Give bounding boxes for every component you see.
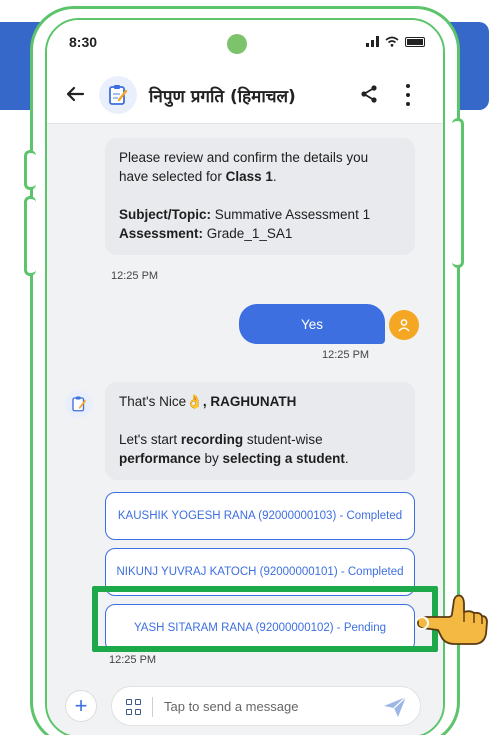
instruction-bold: selecting a student xyxy=(222,451,345,466)
plus-icon[interactable]: + xyxy=(65,690,97,722)
student-option-label: KAUSHIK YOGESH RANA (92000000103) - Comp… xyxy=(117,510,403,522)
instruction-bold: recording xyxy=(180,432,244,447)
assessment-key: Assessment: xyxy=(119,226,204,241)
chat-header: निपुण प्रगति (हिमाचल) xyxy=(47,66,443,124)
chat-title: निपुण प्रगति (हिमाचल) xyxy=(149,87,296,107)
message-timestamp: 12:25 PM xyxy=(322,349,370,361)
ok-hand-emoji: 👌 xyxy=(186,394,203,409)
student-option-button[interactable]: KAUSHIK YOGESH RANA (92000000103) - Comp… xyxy=(105,492,415,540)
wifi-icon xyxy=(385,36,399,47)
divider xyxy=(152,697,153,717)
student-option-label: NIKUNJ YUVRAJ KATOCH (92000000101) - Com… xyxy=(116,566,404,578)
pointing-hand-icon xyxy=(415,594,488,645)
status-bar: 8:30 xyxy=(47,20,443,66)
review-text: Please review and confirm the details yo… xyxy=(119,148,401,186)
message-timestamp: 12:25 PM xyxy=(109,654,157,666)
instruction-part: student-wise xyxy=(243,432,323,447)
greeting-message-bubble: That's Nice👌, RAGHUNATH Let's start reco… xyxy=(105,382,415,480)
message-box xyxy=(111,686,421,726)
bot-avatar-icon[interactable] xyxy=(99,76,137,114)
more-vertical-icon[interactable] xyxy=(403,84,413,106)
message-input-bar: + xyxy=(47,680,443,735)
user-reply-text: Yes xyxy=(300,316,324,332)
grid-icon[interactable] xyxy=(126,699,142,715)
class-label: Class 1 xyxy=(225,169,273,184)
send-icon[interactable] xyxy=(382,695,408,719)
instruction-part: by xyxy=(200,451,223,466)
instruction-part: . xyxy=(344,451,349,466)
user-name: , RAGHUNATH xyxy=(202,394,297,409)
share-icon[interactable] xyxy=(359,84,379,104)
back-arrow-icon[interactable] xyxy=(61,80,89,108)
subject-value: Summative Assessment 1 xyxy=(211,207,371,222)
phone-side-button xyxy=(24,150,36,190)
assessment-value: Grade_1_SA1 xyxy=(203,226,293,241)
battery-icon xyxy=(405,36,425,47)
subject-line: Subject/Topic: Summative Assessment 1 xyxy=(119,205,401,224)
subject-key: Subject/Topic: xyxy=(119,207,212,222)
review-message-bubble: Please review and confirm the details yo… xyxy=(105,138,415,255)
clipboard-icon xyxy=(109,85,128,105)
greeting-prefix: That's Nice xyxy=(119,394,187,409)
review-period: . xyxy=(272,169,277,184)
user-avatar-icon xyxy=(389,310,419,340)
instruction-bold: performance xyxy=(119,451,201,466)
status-icons xyxy=(366,36,425,47)
highlight-box xyxy=(92,586,438,652)
phone-side-button xyxy=(24,196,36,276)
phone-side-button xyxy=(452,118,464,268)
user-reply-bubble: Yes xyxy=(239,304,385,344)
person-icon xyxy=(398,319,410,332)
clipboard-icon xyxy=(72,396,86,412)
status-time: 8:30 xyxy=(69,34,98,50)
signal-icon xyxy=(366,36,379,47)
instruction-text: Let's start recording student-wise perfo… xyxy=(119,430,401,468)
message-timestamp: 12:25 PM xyxy=(111,270,159,282)
instruction-part: Let's start xyxy=(119,432,181,447)
front-camera xyxy=(227,34,247,54)
message-input[interactable] xyxy=(164,687,364,725)
bot-avatar-icon xyxy=(65,390,93,418)
assessment-line: Assessment: Grade_1_SA1 xyxy=(119,224,401,243)
greeting-line: That's Nice👌, RAGHUNATH xyxy=(119,392,401,411)
